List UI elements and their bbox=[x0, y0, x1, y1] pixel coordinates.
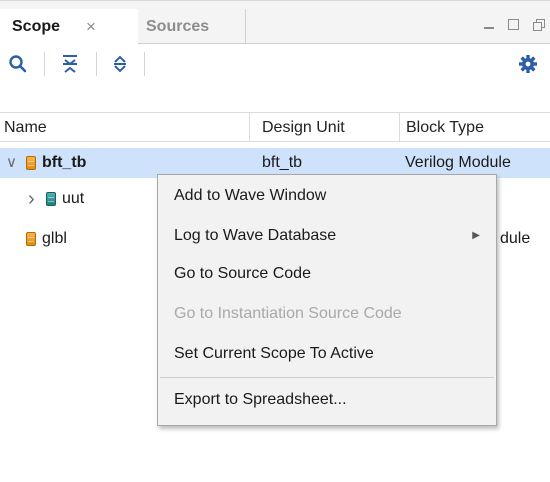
menu-item-label: Add to Wave Window bbox=[174, 187, 327, 204]
gear-icon[interactable] bbox=[516, 52, 540, 76]
column-header-name[interactable]: Name bbox=[0, 113, 250, 142]
module-icon bbox=[46, 192, 56, 206]
menu-item-export-to-spreadsheet[interactable]: Export to Spreadsheet... bbox=[158, 383, 496, 417]
table-header: Name Design Unit Block Type bbox=[0, 112, 550, 142]
expand-all-icon[interactable] bbox=[108, 52, 132, 76]
scope-name: glbl bbox=[42, 230, 67, 247]
context-menu: Add to Wave Window Log to Wave Database … bbox=[157, 174, 497, 426]
scope-name: bft_tb bbox=[42, 154, 87, 171]
column-header-block-type[interactable]: Block Type bbox=[400, 113, 550, 142]
submenu-arrow-icon: ▶ bbox=[472, 230, 480, 241]
scope-toolbar bbox=[0, 44, 550, 82]
tab-sources-label: Sources bbox=[146, 18, 210, 35]
restore-icon[interactable] bbox=[533, 19, 545, 31]
toolbar-separator bbox=[44, 52, 45, 76]
panel-tab-bar: Scope × Sources bbox=[0, 0, 550, 45]
expand-chevron-icon[interactable]: › bbox=[28, 184, 35, 214]
module-icon bbox=[26, 156, 36, 170]
minimize-icon[interactable] bbox=[484, 26, 494, 29]
menu-item-go-to-source-code[interactable]: Go to Source Code bbox=[158, 257, 496, 291]
scope-name: uut bbox=[62, 190, 85, 207]
toolbar-separator bbox=[96, 52, 97, 76]
expand-chevron-icon[interactable]: ∨ bbox=[6, 148, 17, 178]
search-icon[interactable] bbox=[6, 52, 30, 76]
window-controls bbox=[484, 19, 545, 31]
collapse-all-icon[interactable] bbox=[58, 52, 82, 76]
maximize-icon[interactable] bbox=[508, 19, 519, 30]
menu-item-add-to-wave-window[interactable]: Add to Wave Window bbox=[158, 179, 496, 213]
block-type-cell: dule bbox=[500, 230, 531, 247]
toolbar-separator bbox=[144, 52, 145, 76]
menu-item-log-to-wave-database[interactable]: Log to Wave Database ▶ bbox=[158, 219, 496, 253]
module-icon bbox=[26, 232, 36, 246]
menu-item-label: Set Current Scope To Active bbox=[174, 345, 374, 362]
menu-item-label: Log to Wave Database bbox=[174, 227, 337, 244]
menu-item-label: Go to Instantiation Source Code bbox=[174, 305, 402, 322]
menu-item-label: Go to Source Code bbox=[174, 265, 311, 282]
menu-item-go-to-instantiation-source-code: Go to Instantiation Source Code bbox=[158, 297, 496, 331]
close-icon[interactable]: × bbox=[86, 17, 96, 37]
menu-item-set-current-scope-to-active[interactable]: Set Current Scope To Active bbox=[158, 337, 496, 371]
tab-sources[interactable]: Sources bbox=[138, 9, 246, 45]
tab-scope-label: Scope bbox=[12, 18, 61, 35]
menu-separator bbox=[160, 377, 494, 378]
tab-scope[interactable]: Scope × bbox=[0, 9, 138, 45]
column-header-design-unit[interactable]: Design Unit bbox=[250, 113, 400, 142]
menu-item-label: Export to Spreadsheet... bbox=[174, 391, 347, 408]
